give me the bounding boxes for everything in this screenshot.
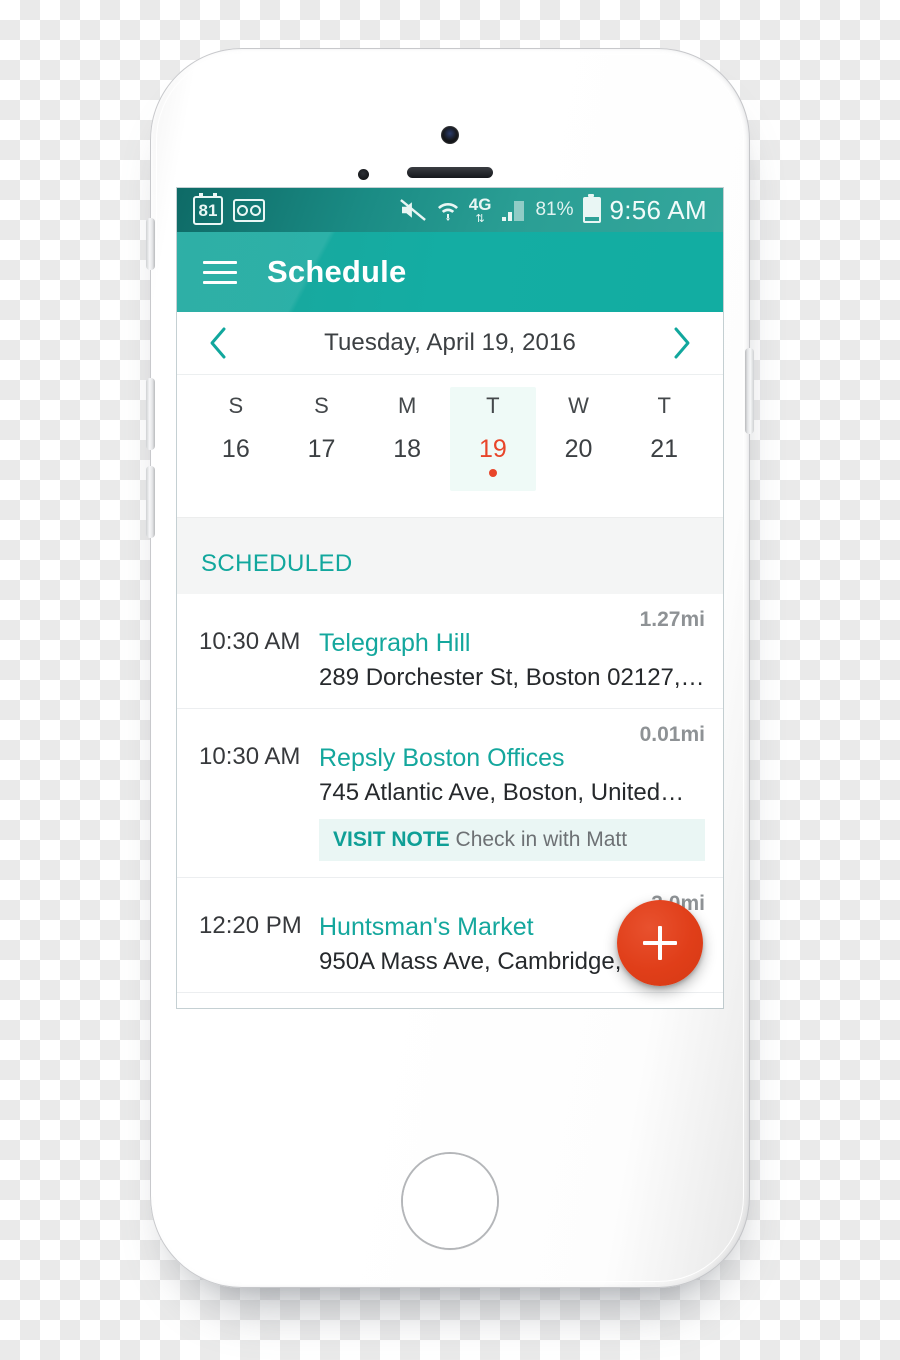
scheduled-section-header: SCHEDULED (177, 517, 723, 594)
hamburger-bar-1 (203, 260, 237, 264)
home-button[interactable] (403, 1154, 497, 1248)
week-day-strip: S 16 S 17 M 18 T 19 W 20 T 21 (177, 375, 723, 495)
day-number-label: 17 (307, 435, 336, 463)
week-strip-spacer (177, 495, 723, 517)
visit-distance: 1.25mi (319, 1007, 705, 1008)
calendar-notification-icon: 81 (193, 192, 223, 225)
visit-address: 289 Dorchester St, Boston 02127,… (319, 664, 705, 692)
day-of-week-label: T (657, 393, 671, 418)
voicemail-dot-left (237, 204, 248, 216)
visit-details: 1.27mi Telegraph Hill 289 Dorchester St, B… (319, 608, 705, 692)
visit-time: 7:30 PM (199, 1007, 319, 1008)
mute-switch[interactable] (146, 218, 155, 270)
day-cell-21[interactable]: T 21 (621, 387, 707, 491)
day-of-week-label: T (486, 393, 500, 418)
visit-time: 12:20 PM (199, 912, 302, 940)
visit-details: 0.01mi Repsly Boston Offices 745 Atlantic … (319, 723, 705, 862)
day-number-label: 21 (650, 435, 679, 463)
day-cell-20[interactable]: W 20 (536, 387, 622, 491)
front-camera-icon (441, 126, 459, 144)
day-of-week-label: M (398, 393, 417, 418)
hamburger-menu-icon[interactable] (203, 260, 237, 284)
day-cell-16[interactable]: S 16 (193, 387, 279, 491)
volume-down-button[interactable] (146, 466, 155, 538)
visit-details: 1.25miBell's Market246 Dorchester St, Ma… (319, 1007, 705, 1008)
app-bar: Schedule (177, 232, 723, 312)
earpiece-speaker (407, 167, 493, 178)
voicemail-dot-right (250, 204, 261, 216)
battery-icon (582, 194, 601, 223)
status-bar-left-icons: 81 (193, 192, 265, 225)
selected-date-label: Tuesday, April 19, 2016 (324, 329, 576, 356)
day-number-label: 16 (221, 435, 250, 463)
volume-mute-icon (399, 199, 426, 221)
visit-row[interactable]: 7:30 PM1.25miBell's Market246 Dorchester… (177, 992, 723, 1008)
visit-place-name[interactable]: Repsly Boston Offices (319, 744, 705, 773)
day-event-dot (488, 469, 497, 477)
visit-row[interactable]: 10:30 AM 0.01mi Repsly Boston Offices 745 A… (177, 708, 723, 877)
power-button[interactable] (745, 348, 754, 434)
day-number-label: 18 (393, 435, 422, 463)
day-of-week-label: W (568, 393, 589, 418)
hamburger-bar-2 (203, 270, 237, 274)
4g-lte-label: 4G (468, 194, 492, 214)
day-cell-19[interactable]: T 19 (450, 387, 536, 491)
chevron-left-icon[interactable] (201, 326, 235, 360)
status-bar: 81 4G ⇅ 81% 9:56 AM (177, 188, 723, 232)
day-number-label: 20 (564, 435, 593, 463)
visit-time: 10:30 AM (199, 628, 301, 655)
calendar-badge-count: 81 (198, 200, 218, 220)
visit-address: 745 Atlantic Ave, Boston, United… (319, 779, 685, 807)
visit-note: VISIT NOTE Check in with Matt (319, 819, 705, 862)
visit-distance: 0.01mi (639, 723, 705, 747)
plus-icon (643, 926, 677, 960)
status-bar-right-icons: 4G ⇅ 81% 9:56 AM (399, 194, 707, 226)
date-navigation-bar: Tuesday, April 19, 2016 (177, 312, 723, 375)
status-bar-clock: 9:56 AM (609, 194, 707, 225)
cell-signal-icon (502, 201, 525, 221)
page-title: Schedule (267, 254, 407, 289)
chevron-right-icon[interactable] (665, 326, 699, 360)
phone-device-frame: 81 4G ⇅ 81% 9:56 AM Schedule Tuesday, Ap… (146, 48, 754, 1288)
voicemail-icon (233, 198, 265, 222)
day-of-week-label: S (228, 393, 244, 418)
section-title: SCHEDULED (201, 550, 353, 577)
wifi-icon (437, 203, 458, 221)
visit-row[interactable]: 10:30 AM 1.27mi Telegraph Hill 289 Dorchest… (177, 594, 723, 708)
hamburger-bar-3 (203, 280, 237, 284)
visit-note-text: Check in with Matt (455, 828, 628, 852)
day-of-week-label: S (314, 393, 329, 418)
4g-lte-icon: 4G ⇅ (468, 194, 492, 225)
phone-screen: 81 4G ⇅ 81% 9:56 AM Schedule Tuesday, Ap… (177, 188, 723, 1008)
proximity-sensor-icon (358, 169, 369, 180)
add-visit-fab[interactable] (617, 900, 703, 986)
battery-percent-label: 81% (535, 199, 574, 220)
visit-place-name[interactable]: Telegraph Hill (319, 629, 705, 658)
day-cell-18[interactable]: M 18 (364, 387, 450, 491)
visit-time: 10:30 AM (199, 743, 301, 771)
day-number-label: 19 (478, 435, 507, 463)
visit-note-label: VISIT NOTE (333, 828, 450, 852)
visit-distance: 1.27mi (639, 608, 705, 631)
day-cell-17[interactable]: S 17 (279, 387, 365, 491)
volume-up-button[interactable] (146, 378, 155, 450)
